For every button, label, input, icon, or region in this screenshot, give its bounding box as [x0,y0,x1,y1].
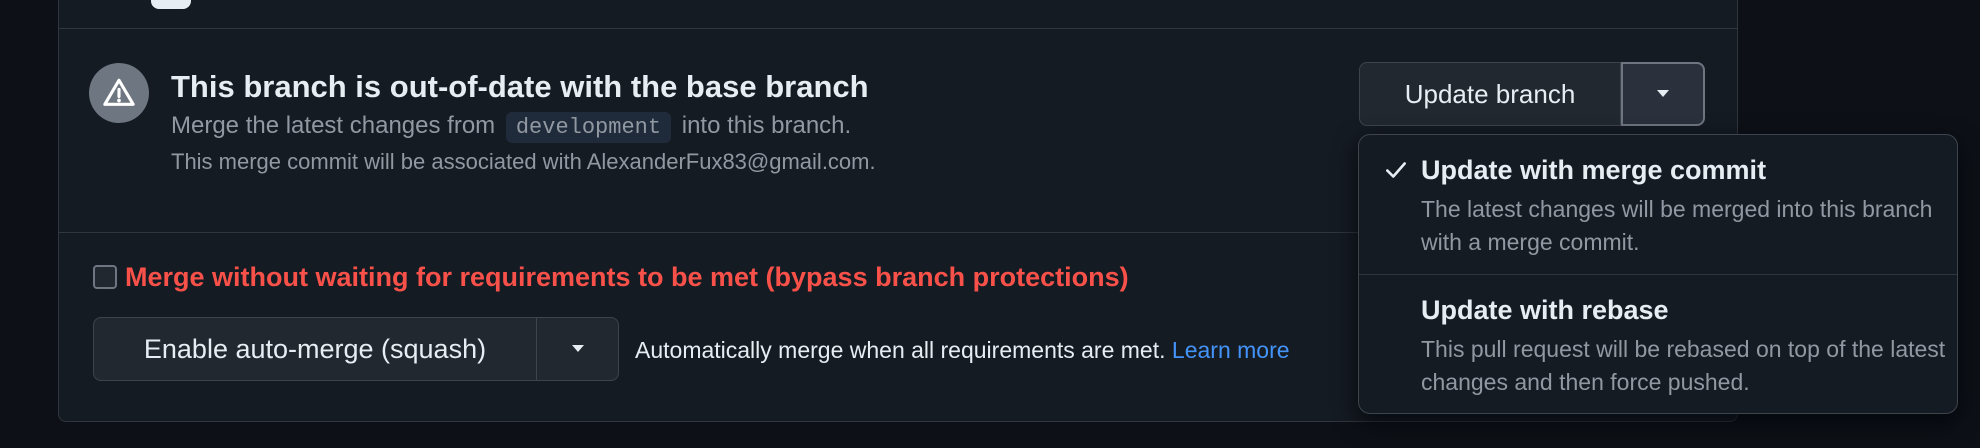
menu-item-description: The latest changes will be merged into t… [1421,196,1933,255]
commit-association-note: This merge commit will be associated wit… [171,149,876,174]
bypass-protections-checkbox[interactable] [93,265,117,289]
merge-latest-prefix: Merge the latest changes from [171,112,496,139]
menu-item-title: Update with merge commit [1421,155,1767,185]
menu-item-description: This pull request will be rebased on top… [1421,336,1946,395]
previous-merge-row-partial [59,0,1737,29]
update-branch-button[interactable]: Update branch [1359,62,1621,126]
auto-merge-button-group: Enable auto-merge (squash) [93,317,619,381]
menu-item-update-with-merge-commit[interactable]: Update with merge commit The latest chan… [1359,135,1957,275]
merge-latest-message: Merge the latest changes from developmen… [171,112,851,143]
enable-auto-merge-button[interactable]: Enable auto-merge (squash) [93,317,537,381]
auto-merge-hint-text: Automatically merge when all requirement… [635,337,1166,363]
check-icon [1386,162,1406,178]
bypass-protections-label[interactable]: Merge without waiting for requirements t… [125,262,1129,293]
menu-item-update-with-rebase[interactable]: Update with rebase This pull request wil… [1359,275,1957,415]
learn-more-link[interactable]: Learn more [1172,337,1290,363]
auto-merge-dropdown-toggle[interactable] [537,317,619,381]
merge-latest-suffix: into this branch. [681,112,852,139]
partial-checkbox[interactable] [151,0,191,9]
out-of-date-title: This branch is out-of-date with the base… [171,69,869,104]
auto-merge-hint: Automatically merge when all requirement… [635,337,1290,364]
triangle-down-icon [571,345,584,352]
alert-icon [89,63,149,123]
menu-item-title: Update with rebase [1421,295,1669,325]
update-branch-dropdown-toggle[interactable] [1621,62,1705,126]
update-branch-button-group: Update branch [1359,62,1705,126]
triangle-down-icon [1657,90,1669,97]
base-branch-name: development [505,112,672,143]
update-branch-menu: Update with merge commit The latest chan… [1358,134,1958,414]
